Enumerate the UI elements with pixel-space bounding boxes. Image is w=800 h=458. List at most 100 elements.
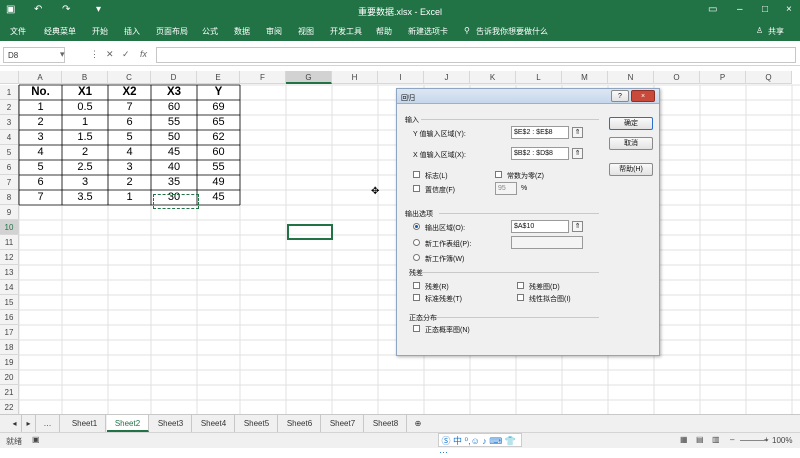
new-worksheet-radio[interactable] xyxy=(413,239,420,246)
confidence-input[interactable]: 95 xyxy=(495,182,517,195)
minimize-icon[interactable]: – xyxy=(737,3,743,17)
x-range-input[interactable]: $B$2 : $D$8 xyxy=(511,147,569,160)
table-cell[interactable]: 1 xyxy=(19,100,62,115)
table-header-cell[interactable]: Y xyxy=(197,85,240,100)
close-window-icon[interactable]: × xyxy=(786,3,792,17)
output-range-collapse-icon[interactable]: ⇑ xyxy=(572,221,583,232)
tab-new-tab[interactable]: 新建选项卡 xyxy=(408,26,448,37)
sheet-tab-sheet6[interactable]: Sheet6 xyxy=(279,415,321,432)
help-icon[interactable]: ? xyxy=(611,90,629,102)
tell-me-box[interactable]: 告诉我你想要做什么 xyxy=(476,26,548,37)
line-fit-plots-checkbox[interactable] xyxy=(517,294,524,301)
view-pagebreak-icon[interactable]: ▥ xyxy=(712,435,720,444)
add-sheet-icon[interactable]: ⊕ xyxy=(410,415,426,432)
table-header-cell[interactable]: No. xyxy=(19,85,62,100)
tab-data[interactable]: 数据 xyxy=(234,26,250,37)
table-cell[interactable]: 60 xyxy=(151,100,197,115)
table-cell[interactable]: 45 xyxy=(197,190,240,205)
table-cell[interactable]: 35 xyxy=(151,175,197,190)
ime-toolbar[interactable]: Ⓢ 中 ⁰,☺ ♪ ⌨ 👕 ⋯ xyxy=(438,433,522,457)
constant-zero-checkbox[interactable] xyxy=(495,171,502,178)
table-cell[interactable]: 3 xyxy=(19,130,62,145)
ribbon-display-icon[interactable]: ▭ xyxy=(708,3,717,17)
table-cell[interactable]: 2.5 xyxy=(62,160,108,175)
new-workbook-radio[interactable] xyxy=(413,254,420,261)
more-sheets-icon[interactable]: … xyxy=(36,415,60,432)
table-cell[interactable]: 3 xyxy=(108,160,151,175)
residual-plots-checkbox[interactable] xyxy=(517,282,524,289)
confirm-edit-icon[interactable]: ✓ xyxy=(122,49,130,60)
table-header-cell[interactable]: X1 xyxy=(62,85,108,100)
table-cell[interactable]: 62 xyxy=(197,130,240,145)
table-cell[interactable]: 60 xyxy=(197,145,240,160)
y-range-collapse-icon[interactable]: ⇑ xyxy=(572,127,583,138)
table-cell[interactable]: 69 xyxy=(197,100,240,115)
labels-checkbox[interactable] xyxy=(413,171,420,178)
tab-help[interactable]: 帮助 xyxy=(376,26,392,37)
zoom-in-icon[interactable]: + xyxy=(764,435,769,444)
table-cell[interactable]: 1 xyxy=(108,190,151,205)
standardized-residuals-checkbox[interactable] xyxy=(413,294,420,301)
name-box[interactable]: D8 xyxy=(3,47,65,63)
sheet-tab-sheet5[interactable]: Sheet5 xyxy=(236,415,278,432)
view-normal-icon[interactable]: ▦ xyxy=(680,435,688,444)
tab-file[interactable]: 文件 xyxy=(10,26,26,37)
table-cell[interactable]: 6 xyxy=(108,115,151,130)
table-header-cell[interactable]: X2 xyxy=(108,85,151,100)
output-range-radio[interactable] xyxy=(413,223,420,230)
help-button[interactable]: 帮助(H) xyxy=(609,163,653,176)
table-cell[interactable]: 7 xyxy=(108,100,151,115)
sheet-tab-sheet2[interactable]: Sheet2 xyxy=(107,415,149,432)
new-worksheet-input[interactable] xyxy=(511,236,583,249)
zoom-out-icon[interactable]: – xyxy=(730,435,734,444)
name-box-dropdown-icon[interactable]: ▾ xyxy=(60,49,65,60)
tab-classic-menu[interactable]: 经典菜单 xyxy=(44,26,76,37)
table-header-cell[interactable]: X3 xyxy=(151,85,197,100)
table-cell[interactable]: 2 xyxy=(62,145,108,160)
active-cell-g10[interactable] xyxy=(287,224,333,240)
sheet-tab-sheet8[interactable]: Sheet8 xyxy=(365,415,407,432)
sheet-tab-sheet1[interactable]: Sheet1 xyxy=(64,415,106,432)
table-cell[interactable]: 1 xyxy=(62,115,108,130)
table-cell[interactable]: 55 xyxy=(197,160,240,175)
normal-plot-checkbox[interactable] xyxy=(413,325,420,332)
cancel-edit-icon[interactable]: ✕ xyxy=(106,49,114,60)
formula-input[interactable] xyxy=(156,47,796,63)
prev-sheet-icon[interactable]: ◂ xyxy=(8,415,22,432)
sheet-tab-sheet3[interactable]: Sheet3 xyxy=(150,415,192,432)
table-cell[interactable]: 45 xyxy=(151,145,197,160)
table-cell[interactable]: 49 xyxy=(197,175,240,190)
table-cell[interactable]: 4 xyxy=(19,145,62,160)
table-cell[interactable]: 2 xyxy=(19,115,62,130)
tab-developer[interactable]: 开发工具 xyxy=(330,26,362,37)
tab-review[interactable]: 审阅 xyxy=(266,26,282,37)
ok-button[interactable]: 确定 xyxy=(609,117,653,130)
y-range-input[interactable]: $E$2 : $E$8 xyxy=(511,126,569,139)
insert-function-button[interactable]: fx xyxy=(140,49,147,59)
share-button[interactable]: 共享 xyxy=(768,26,784,37)
table-cell[interactable]: 50 xyxy=(151,130,197,145)
confidence-checkbox[interactable] xyxy=(413,185,420,192)
table-cell[interactable]: 6 xyxy=(19,175,62,190)
table-cell[interactable]: 55 xyxy=(151,115,197,130)
output-range-input[interactable]: $A$10 xyxy=(511,220,569,233)
table-cell[interactable]: 65 xyxy=(197,115,240,130)
table-cell[interactable]: 3.5 xyxy=(62,190,108,205)
macro-record-icon[interactable]: ▣ xyxy=(32,435,40,444)
table-cell[interactable]: 4 xyxy=(108,145,151,160)
table-cell[interactable]: 3 xyxy=(62,175,108,190)
table-cell[interactable]: 5 xyxy=(108,130,151,145)
tab-formulas[interactable]: 公式 xyxy=(202,26,218,37)
tab-home[interactable]: 开始 xyxy=(92,26,108,37)
maximize-icon[interactable]: □ xyxy=(762,3,768,17)
residuals-checkbox[interactable] xyxy=(413,282,420,289)
next-sheet-icon[interactable]: ▸ xyxy=(22,415,36,432)
dialog-close-icon[interactable]: × xyxy=(631,90,655,102)
table-cell[interactable]: 2 xyxy=(108,175,151,190)
sheet-tab-sheet4[interactable]: Sheet4 xyxy=(193,415,235,432)
table-cell[interactable]: 1.5 xyxy=(62,130,108,145)
tab-view[interactable]: 视图 xyxy=(298,26,314,37)
table-cell[interactable]: 40 xyxy=(151,160,197,175)
sheet-tab-sheet7[interactable]: Sheet7 xyxy=(322,415,364,432)
tab-insert[interactable]: 插入 xyxy=(124,26,140,37)
